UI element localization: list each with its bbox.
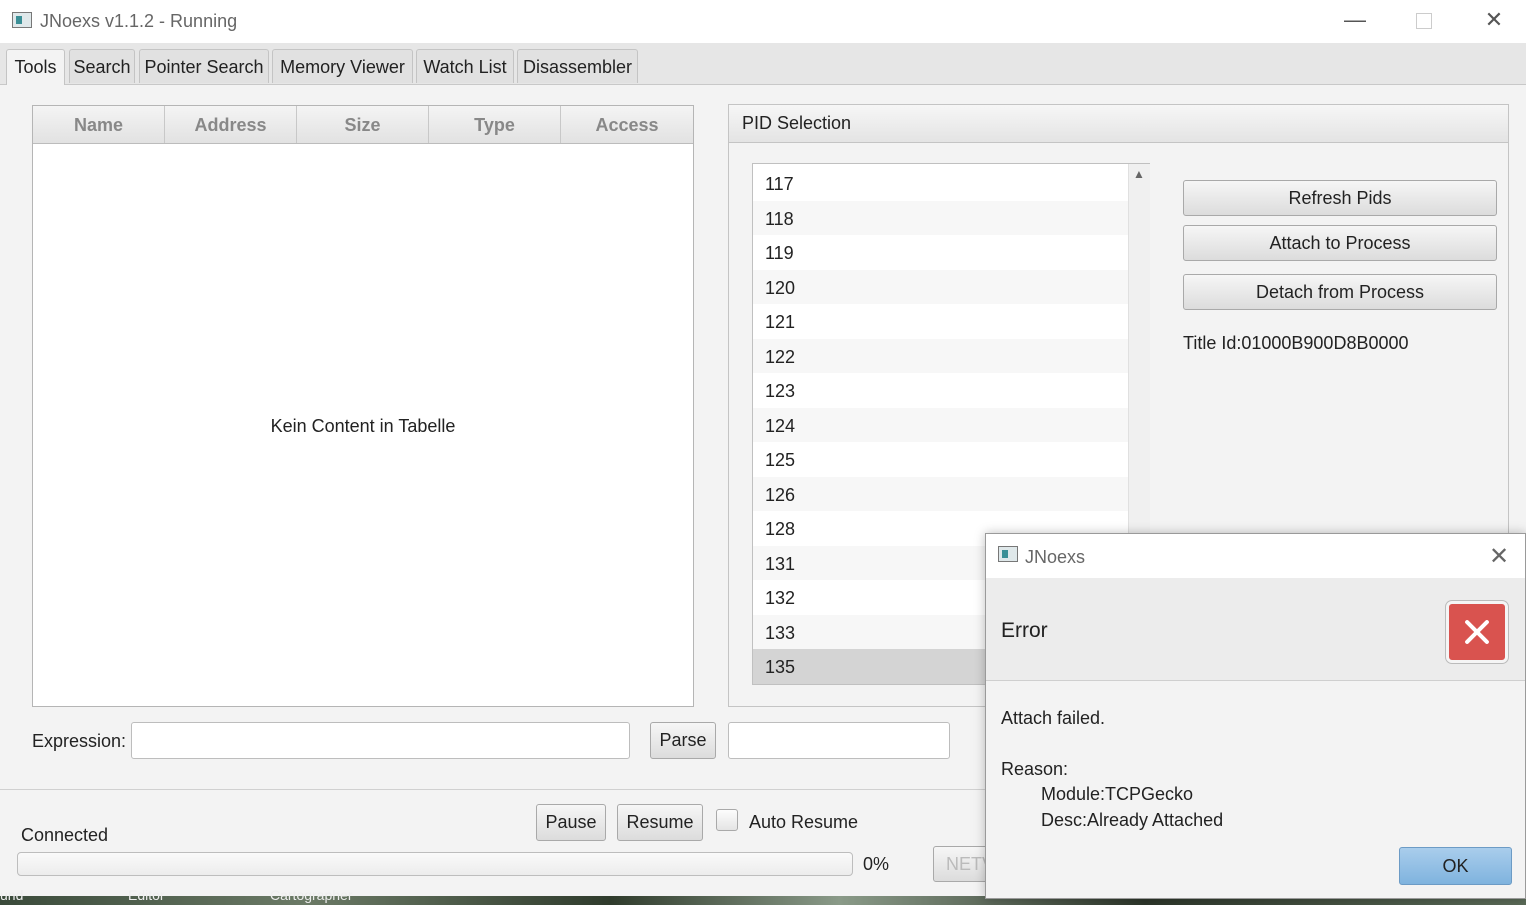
pid-list-item[interactable]: 123 [753,373,1130,408]
auto-resume-label: Auto Resume [749,812,859,832]
resume-button[interactable]: Resume [617,804,703,841]
tab-memory-viewer[interactable]: Memory Viewer [272,49,413,83]
connection-status: Connected [21,825,109,845]
table-header: Name Address Size Type Access [33,106,693,144]
dialog-message: Attach failed. [1001,708,1106,728]
progress-bar [17,852,853,876]
pid-list-item[interactable]: 126 [753,476,1130,511]
minimize-icon[interactable]: — [1321,0,1389,43]
dialog-header [986,578,1525,681]
desktop-label: Editor [128,887,165,903]
network-button[interactable]: NETV [933,846,993,882]
pid-list-item[interactable]: 120 [753,269,1130,304]
dialog-module: Module:TCPGecko [1041,784,1194,804]
tab-search[interactable]: Search [69,49,135,83]
column-header-access[interactable]: Access [561,106,693,143]
expression-input[interactable] [131,722,630,759]
tab-tools[interactable]: Tools [6,49,65,85]
tab-pointer-search[interactable]: Pointer Search [139,49,269,83]
column-header-name[interactable]: Name [33,106,165,143]
pid-list-item[interactable]: 119 [753,235,1130,270]
dialog-header-text: Error [1001,619,1048,642]
pid-list-item[interactable]: 125 [753,442,1130,477]
tab-watch-list[interactable]: Watch List [416,49,514,83]
pid-panel-header: PID Selection [729,105,1508,143]
pid-list-item[interactable]: 122 [753,338,1130,373]
close-icon[interactable]: ✕ [1460,0,1526,43]
progress-percent: 0% [863,854,890,874]
divider [0,789,990,790]
pid-list-item[interactable]: 121 [753,304,1130,339]
column-header-size[interactable]: Size [297,106,429,143]
table-empty-placeholder: Kein Content in Tabelle [270,416,456,436]
dialog-titlebar: JNoexs ✕ [986,534,1525,578]
dialog-desc: Desc:Already Attached [1041,810,1224,830]
column-header-address[interactable]: Address [165,106,297,143]
dialog-close-icon[interactable]: ✕ [1489,542,1509,571]
maximize-icon[interactable] [1390,0,1458,43]
pid-list-item[interactable]: 117 [753,166,1130,201]
window-titlebar: JNoexs v1.1.2 - Running — ✕ [0,0,1526,43]
error-dialog: JNoexs ✕ Error Attach failed. Reason: Mo… [985,533,1526,899]
refresh-pids-button[interactable]: Refresh Pids [1183,180,1497,216]
error-icon [1446,601,1508,663]
desktop-label: Cartographer [270,887,353,903]
detach-from-process-button[interactable]: Detach from Process [1183,274,1497,310]
attach-to-process-button[interactable]: Attach to Process [1183,225,1497,261]
app-icon [998,546,1018,562]
dialog-title: JNoexs [1025,547,1086,567]
window-title: JNoexs v1.1.2 - Running [40,11,238,31]
auto-resume-checkbox[interactable] [716,809,738,831]
parse-button[interactable]: Parse [650,722,716,759]
column-header-type[interactable]: Type [429,106,561,143]
app-icon [12,12,32,28]
expression-label: Expression: [32,731,127,751]
memory-regions-table[interactable]: Name Address Size Type Access Kein Conte… [32,105,694,707]
pause-button[interactable]: Pause [536,804,606,841]
tab-disassembler[interactable]: Disassembler [517,49,638,83]
scroll-up-icon[interactable]: ▲ [1133,167,1145,181]
pid-list-item[interactable]: 124 [753,407,1130,442]
pid-list-item[interactable]: 118 [753,200,1130,235]
ok-button[interactable]: OK [1399,847,1512,885]
dialog-reason-label: Reason: [1001,759,1069,779]
title-id-label: Title Id:01000B900D8B0000 [1183,333,1409,353]
desktop-label: und [0,887,24,903]
pid-panel-title: PID Selection [742,113,852,133]
expression-result-field [728,722,950,759]
